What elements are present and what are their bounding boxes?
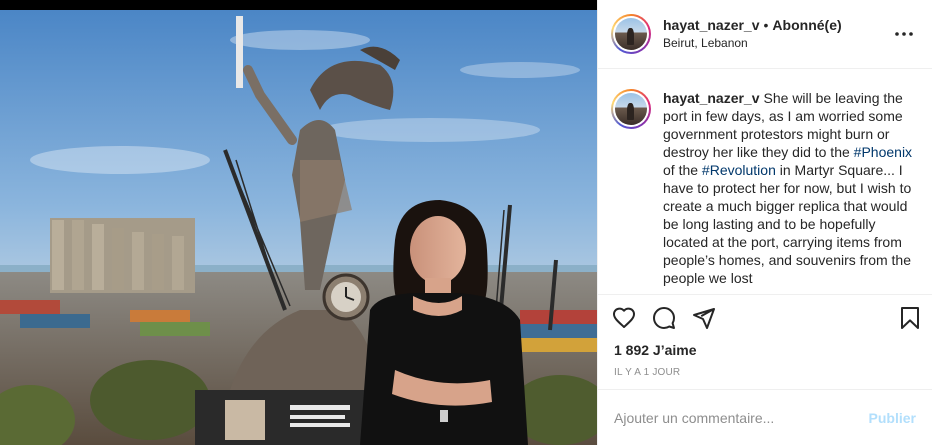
caption-text-part-2: of the xyxy=(663,162,702,178)
action-bar xyxy=(598,295,932,341)
post-caption: hayat_nazer_v She will be leaving the por… xyxy=(663,89,916,287)
separator-dot: • xyxy=(763,16,769,33)
location-link[interactable]: Beirut, Lebanon xyxy=(663,36,892,51)
caption-text-part-3: in Martyr Square... I have to protect he… xyxy=(663,162,912,286)
header-row: hayat_nazer_v • Abonné(e) xyxy=(663,17,892,35)
caption-username-link[interactable]: hayat_nazer_v xyxy=(663,90,760,106)
heart-icon[interactable] xyxy=(612,306,636,330)
likes-count[interactable]: 1 892 J’aime xyxy=(598,341,932,361)
post-header: hayat_nazer_v • Abonné(e) Beirut, Lebano… xyxy=(598,0,932,69)
header-text: hayat_nazer_v • Abonné(e) Beirut, Lebano… xyxy=(663,17,892,52)
post-timestamp[interactable]: IL Y A 1 JOUR xyxy=(598,361,932,389)
comment-bubble-icon[interactable] xyxy=(652,306,676,330)
avatar[interactable] xyxy=(611,14,651,54)
instagram-post: hayat_nazer_v • Abonné(e) Beirut, Lebano… xyxy=(0,0,932,445)
username-link[interactable]: hayat_nazer_v xyxy=(663,17,760,35)
paper-plane-icon[interactable] xyxy=(692,306,716,330)
caption-avatar-image xyxy=(615,93,647,125)
comment-input[interactable] xyxy=(614,409,869,426)
bookmark-icon[interactable] xyxy=(898,306,922,330)
more-horizontal-icon xyxy=(895,32,913,36)
statue-photo-image xyxy=(0,10,597,445)
caption-avatar[interactable] xyxy=(611,89,651,129)
follow-status-button[interactable]: Abonné(e) xyxy=(772,17,841,35)
hashtag-phoenix-link[interactable]: #Phoenix xyxy=(854,144,912,160)
hashtag-revolution-link[interactable]: #Revolution xyxy=(702,162,776,178)
avatar-image xyxy=(615,18,647,50)
publish-button[interactable]: Publier xyxy=(869,410,916,426)
avatar-ring xyxy=(613,16,649,52)
post-photo[interactable] xyxy=(0,0,597,445)
comments-section[interactable]: hayat_nazer_v She will be leaving the por… xyxy=(598,69,932,295)
more-options-button[interactable] xyxy=(892,22,916,46)
add-comment-bar: Publier xyxy=(598,389,932,445)
caption-avatar-ring xyxy=(613,91,649,127)
post-side-panel: hayat_nazer_v • Abonné(e) Beirut, Lebano… xyxy=(597,0,932,445)
